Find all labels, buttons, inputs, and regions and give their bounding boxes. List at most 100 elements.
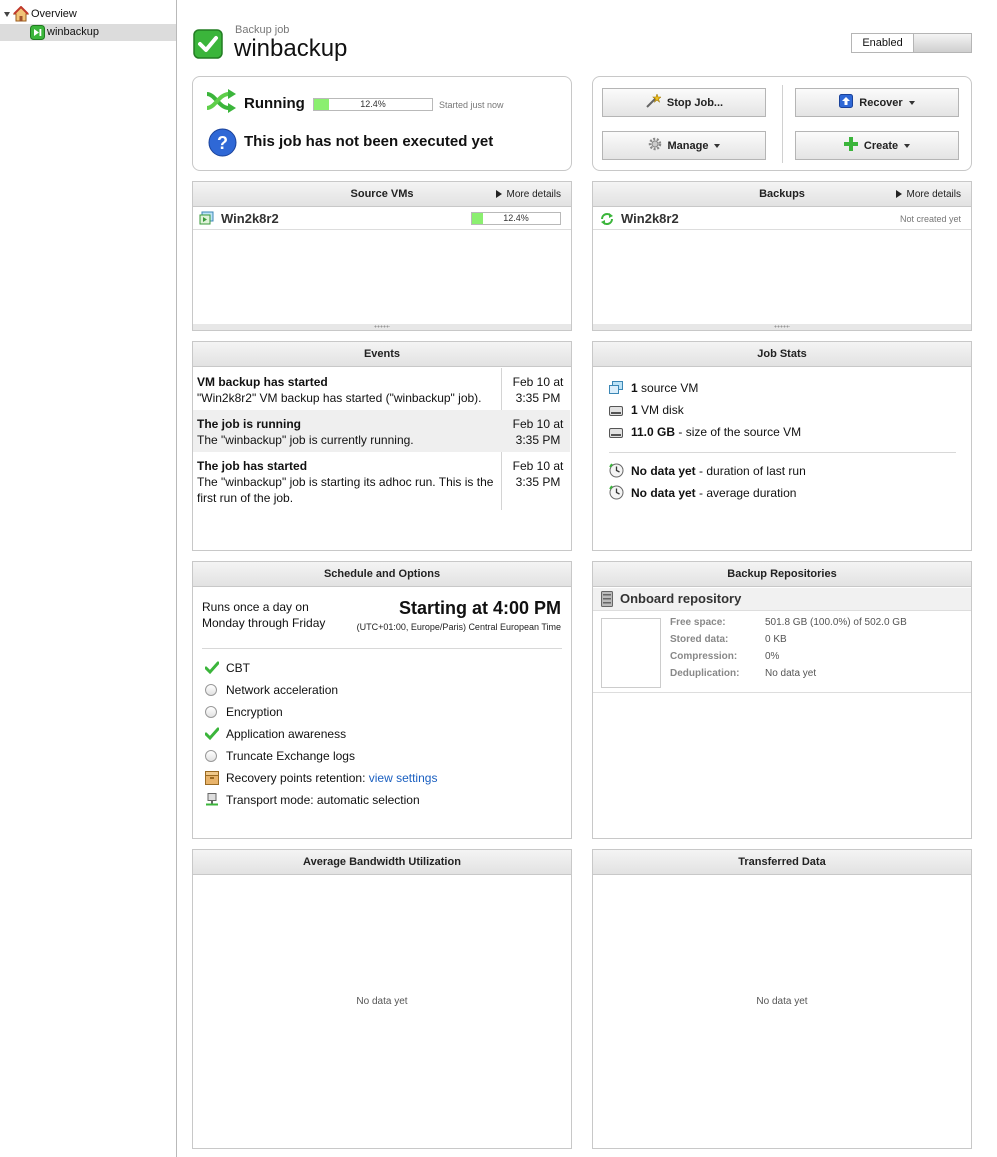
vm-name: Win2k8r2 — [221, 211, 279, 226]
create-label: Create — [863, 139, 899, 152]
bandwidth-panel: Average Bandwidth Utilization No data ye… — [192, 849, 572, 1149]
divider — [593, 692, 971, 693]
tree-item-overview[interactable]: Overview — [0, 5, 176, 23]
view-settings-link[interactable]: view settings — [369, 771, 438, 785]
backup-row[interactable]: Win2k8r2 Not created yet — [593, 208, 971, 230]
schedule-panel: Schedule and Options Runs once a day on M… — [192, 561, 572, 839]
stop-job-label: Stop Job... — [666, 96, 724, 109]
field-value: 0 KB — [765, 634, 787, 645]
backup-job-icon — [30, 25, 45, 46]
resize-handle[interactable] — [193, 324, 571, 330]
option-label: Truncate Exchange logs — [226, 749, 355, 763]
toggle-knob[interactable] — [913, 34, 971, 52]
backups-panel: Backups More details Win2k8r2 Not create… — [592, 181, 972, 331]
field-value: 0% — [765, 651, 780, 662]
event-row[interactable]: The job is running The "winbackup" job is… — [193, 410, 570, 452]
disk-icon — [609, 405, 623, 419]
more-details-label: More details — [906, 189, 961, 200]
events-header: Events — [193, 342, 571, 367]
transferred-panel: Transferred Data No data yet — [592, 849, 972, 1149]
stat-last-duration: No data yet - duration of last run — [631, 464, 806, 478]
stat-size: 11.0 GB - size of the source VM — [631, 425, 802, 439]
wand-icon — [645, 93, 662, 111]
event-row[interactable]: The job has started The "winbackup" job i… — [193, 452, 570, 510]
clock-icon — [609, 485, 624, 503]
event-date: Feb 10 at — [512, 417, 564, 431]
disclosure-triangle-icon[interactable] — [4, 12, 10, 17]
event-date: Feb 10 at — [512, 459, 564, 473]
divider — [782, 85, 783, 163]
job-stats-header: Job Stats — [593, 342, 971, 367]
repositories-header: Backup Repositories — [593, 562, 971, 587]
question-icon: ? — [208, 128, 237, 160]
radio-off-icon — [205, 683, 219, 697]
option-label: Recovery points retention: view settings — [226, 771, 438, 785]
event-text: The "winbackup" job is starting its adho… — [197, 475, 494, 505]
radio-off-icon — [205, 749, 219, 763]
panel-title: Backups — [759, 188, 805, 200]
option-label: CBT — [226, 661, 250, 675]
enabled-toggle-label: Enabled — [862, 37, 903, 49]
job-message: This job has not been executed yet — [244, 133, 494, 150]
field-label: Free space: — [670, 617, 726, 628]
repositories-panel: Backup Repositories Onboard repository F… — [592, 561, 972, 839]
more-details-link[interactable]: More details — [895, 182, 961, 207]
field-value: 501.8 GB (100.0%) of 502.0 GB — [765, 617, 907, 628]
tree-item-winbackup[interactable]: winbackup — [0, 24, 176, 41]
option-label: Encryption — [226, 705, 283, 719]
repository-row[interactable]: Onboard repository — [593, 588, 971, 611]
clock-icon — [609, 463, 624, 481]
stat-vm-disk: 1 VM disk — [631, 403, 684, 417]
recover-button[interactable]: Recover — [795, 88, 959, 117]
events-panel: Events VM backup has started "Win2k8r2" V… — [192, 341, 572, 551]
divider — [609, 452, 956, 453]
source-vm-stat-icon — [609, 381, 623, 398]
backup-vm-name: Win2k8r2 — [621, 211, 679, 226]
create-button[interactable]: Create — [795, 131, 959, 160]
enabled-toggle[interactable]: Enabled — [851, 33, 972, 53]
backups-header: Backups More details — [593, 182, 971, 207]
divider — [202, 648, 562, 649]
event-row[interactable]: VM backup has started "Win2k8r2" VM backu… — [193, 368, 570, 410]
resize-handle[interactable] — [593, 324, 971, 330]
stat-source-vm: 1 source VM — [631, 381, 699, 395]
gear-icon — [648, 137, 662, 154]
job-state: Running — [244, 95, 305, 112]
progress-label: 12.4% — [503, 213, 529, 223]
option-label: Application awareness — [226, 727, 347, 741]
network-computer-icon — [205, 793, 219, 807]
option-label: Transport mode: automatic selection — [226, 793, 420, 807]
source-vms-panel: Source VMs More details Win2k8r2 12.4% — [192, 181, 572, 331]
repository-usage-chart — [601, 618, 661, 688]
field-label: Compression: — [670, 651, 738, 662]
chevron-down-icon — [904, 143, 911, 148]
job-progress-bar: 12.4% — [313, 98, 433, 111]
field-value: No data yet — [765, 668, 817, 679]
checkmark-icon — [204, 727, 220, 741]
stop-job-button[interactable]: Stop Job... — [602, 88, 766, 117]
recover-label: Recover — [859, 96, 903, 109]
vm-progress-bar: 12.4% — [471, 212, 561, 225]
triangle-right-icon — [495, 190, 502, 198]
more-details-label: More details — [506, 189, 561, 200]
timezone: (UTC+01:00, Europe/Paris) Central Europe… — [356, 622, 561, 632]
event-title: The job has started — [197, 459, 308, 473]
vm-icon — [199, 211, 214, 229]
checkmark-icon — [204, 661, 220, 675]
more-details-link[interactable]: More details — [495, 182, 561, 207]
empty-state: No data yet — [356, 996, 408, 1007]
manage-button[interactable]: Manage — [602, 131, 766, 160]
radio-off-icon — [205, 705, 219, 719]
tree-item-label: Overview — [31, 8, 77, 20]
option-label: Network acceleration — [226, 683, 339, 697]
source-vm-row[interactable]: Win2k8r2 12.4% — [193, 208, 571, 230]
schedule-header: Schedule and Options — [193, 562, 571, 587]
storage-icon — [601, 591, 613, 610]
panel-title: Source VMs — [350, 188, 414, 200]
schedule-text: Runs once a day on Monday through Friday — [202, 600, 326, 630]
job-check-icon — [193, 29, 223, 62]
field-label: Deduplication: — [670, 668, 740, 679]
event-text: "Win2k8r2" VM backup has started ("winba… — [197, 391, 482, 405]
starting-time: Starting at 4:00 PM — [398, 598, 561, 618]
disk-size-icon — [609, 427, 623, 441]
